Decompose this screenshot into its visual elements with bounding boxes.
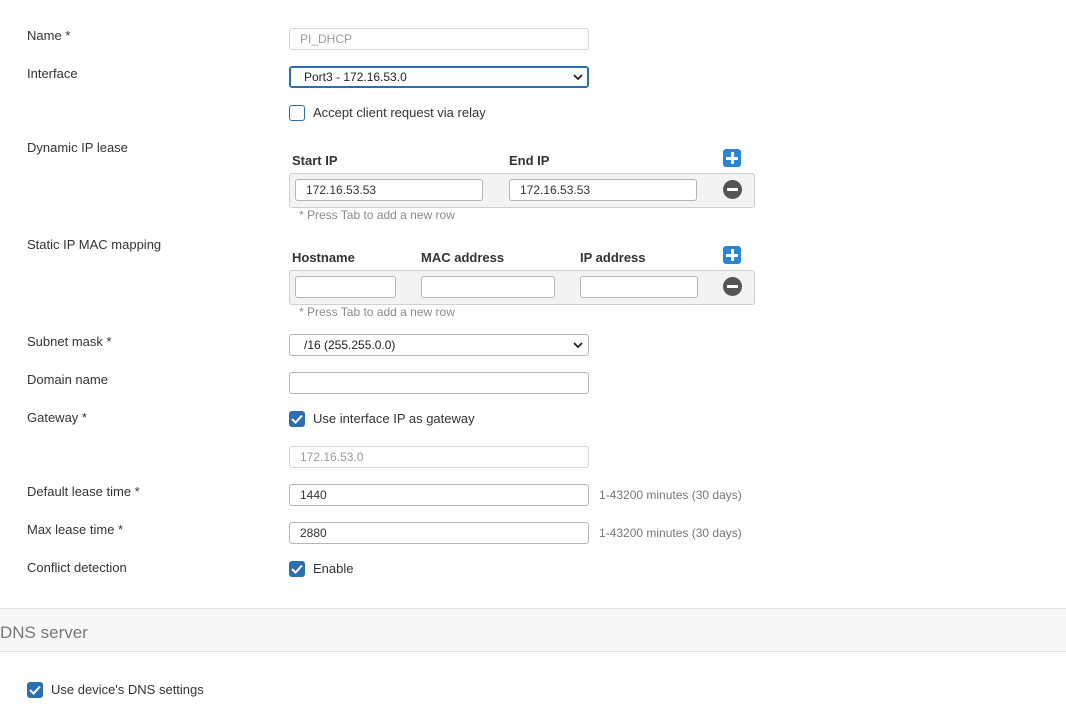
- end-ip-column-header: End IP: [509, 153, 550, 168]
- conflict-detection-label: Conflict detection: [27, 560, 127, 575]
- gateway-checkbox-label: Use interface IP as gateway: [313, 411, 475, 426]
- gateway-checkbox[interactable]: [289, 411, 305, 427]
- max-lease-hint: 1-43200 minutes (30 days): [599, 526, 742, 540]
- relay-checkbox-label: Accept client request via relay: [313, 105, 486, 120]
- chevron-down-icon: [573, 342, 583, 349]
- remove-mapping-row-button[interactable]: [723, 277, 742, 296]
- end-ip-input[interactable]: 172.16.53.53: [509, 179, 697, 201]
- interface-label: Interface: [27, 66, 78, 81]
- dns-section-title: DNS server: [0, 623, 88, 642]
- default-lease-hint: 1-43200 minutes (30 days): [599, 488, 742, 502]
- mac-address-column-header: MAC address: [421, 250, 505, 265]
- checkmark-icon: [291, 564, 303, 574]
- dynamic-ip-lease-label: Dynamic IP lease: [27, 140, 128, 155]
- domain-name-label: Domain name: [27, 372, 108, 387]
- name-input[interactable]: PI_DHCP: [289, 28, 589, 50]
- default-lease-input[interactable]: 1440: [289, 484, 589, 506]
- hostname-input[interactable]: [295, 276, 396, 298]
- use-device-dns-checkbox[interactable]: [27, 682, 43, 698]
- conflict-detection-checkbox[interactable]: [289, 561, 305, 577]
- static-mapping-row: [289, 270, 755, 305]
- ip-address-column-header: IP address: [580, 250, 646, 265]
- domain-name-input[interactable]: [289, 372, 589, 394]
- start-ip-column-header: Start IP: [292, 153, 338, 168]
- static-mapping-hint: * Press Tab to add a new row: [299, 305, 455, 319]
- checkmark-icon: [291, 414, 303, 424]
- add-lease-row-button[interactable]: [723, 149, 741, 167]
- max-lease-label: Max lease time *: [27, 522, 124, 537]
- gateway-ip-input[interactable]: 172.16.53.0: [289, 446, 589, 468]
- interface-select-value: Port3 - 172.16.53.0: [304, 70, 407, 84]
- subnet-mask-select-value: /16 (255.255.0.0): [304, 338, 396, 352]
- remove-lease-row-button[interactable]: [723, 180, 742, 199]
- mac-address-input[interactable]: [421, 276, 555, 298]
- checkmark-icon: [29, 685, 41, 695]
- add-mapping-row-button[interactable]: [723, 246, 741, 264]
- dns-section-header: DNS server: [0, 608, 1066, 652]
- ip-address-input[interactable]: [580, 276, 698, 298]
- dynamic-lease-row: 172.16.53.53 172.16.53.53: [289, 173, 755, 208]
- static-mapping-label: Static IP MAC mapping: [27, 237, 162, 252]
- max-lease-input[interactable]: 2880: [289, 522, 589, 544]
- subnet-mask-select[interactable]: /16 (255.255.0.0): [289, 334, 589, 356]
- gateway-label: Gateway *: [27, 410, 87, 425]
- use-device-dns-label: Use device's DNS settings: [51, 682, 204, 697]
- hostname-column-header: Hostname: [292, 250, 355, 265]
- subnet-mask-label: Subnet mask *: [27, 334, 112, 349]
- interface-select[interactable]: Port3 - 172.16.53.0: [289, 66, 589, 88]
- relay-checkbox[interactable]: [289, 105, 305, 121]
- start-ip-input[interactable]: 172.16.53.53: [295, 179, 483, 201]
- chevron-down-icon: [573, 74, 583, 81]
- dynamic-lease-hint: * Press Tab to add a new row: [299, 208, 455, 222]
- name-label: Name *: [27, 28, 71, 43]
- default-lease-label: Default lease time *: [27, 484, 140, 499]
- conflict-detection-checkbox-label: Enable: [313, 561, 354, 576]
